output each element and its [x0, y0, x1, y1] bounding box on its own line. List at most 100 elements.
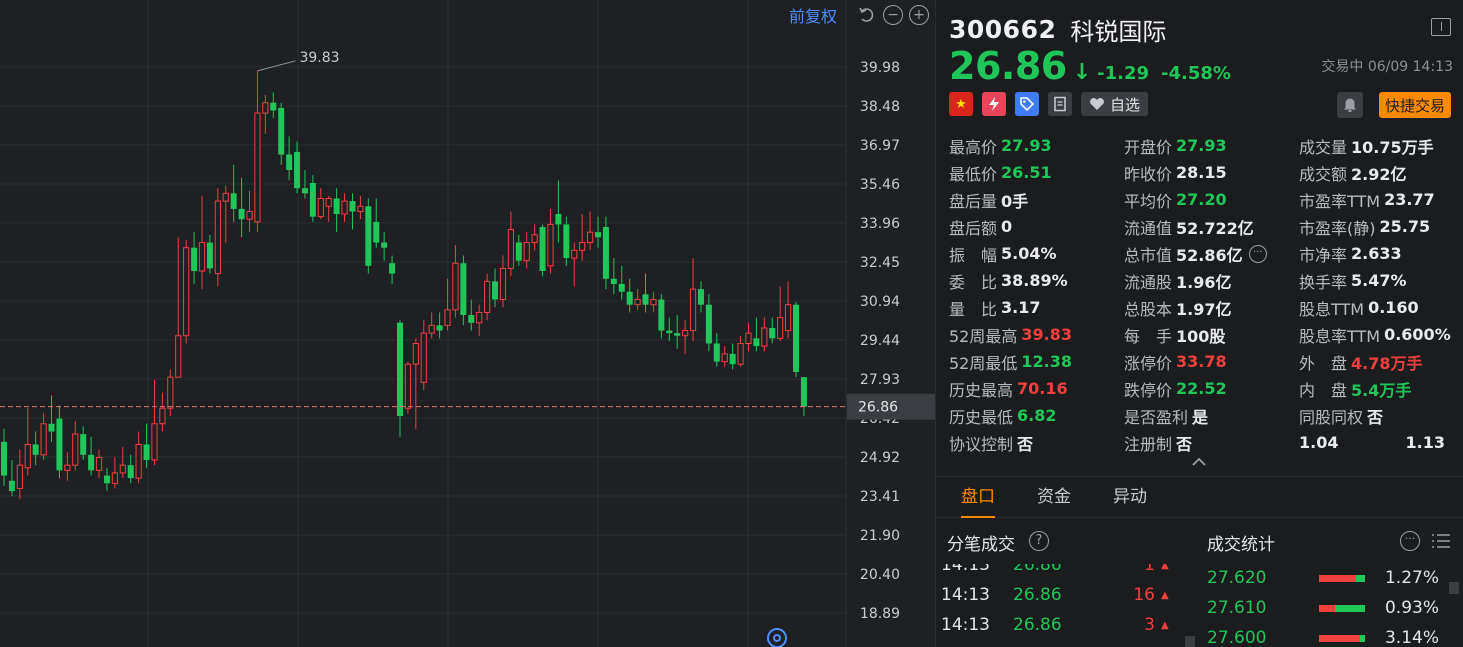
tick-price: 26.86 — [1013, 555, 1062, 575]
stat-cell: 市净率 2.633 — [1299, 242, 1459, 266]
china-flag-icon[interactable]: ★ — [949, 92, 973, 116]
stat-label: 52周最高 — [949, 326, 1018, 346]
candle-body — [428, 324, 435, 334]
stat-value: 23.77 — [1384, 190, 1435, 209]
candle-body — [484, 280, 491, 313]
candle-body — [317, 198, 324, 218]
candle-body — [444, 309, 451, 326]
stats-row: 振 幅 5.04% 总市值 52.86亿 ··· 市净率 2.633 — [949, 240, 1459, 267]
ticks-scrollbar[interactable] — [1185, 636, 1195, 647]
candle-body — [784, 304, 792, 332]
quick-trade-button[interactable]: 快捷交易 — [1378, 92, 1451, 118]
dist-scrollbar[interactable] — [1449, 582, 1459, 594]
price-change-pct: -4.58% — [1161, 63, 1231, 84]
add-watchlist-button[interactable]: 自选 — [1081, 92, 1149, 116]
stat-label: 昨收价 — [1124, 164, 1173, 184]
help-icon[interactable]: ? — [1029, 531, 1049, 551]
candle-body — [80, 434, 87, 455]
tick-row: 14:13 26.86 3 ▲ — [941, 610, 1171, 640]
stat-cell: 股息率TTM 0.600% — [1299, 323, 1459, 347]
zoom-out-icon[interactable]: − — [883, 5, 903, 25]
document-icon[interactable] — [1048, 92, 1072, 116]
stat-value: 52.86亿 — [1176, 245, 1243, 265]
candle-body — [48, 423, 55, 432]
stat-label: 外 盘 — [1299, 353, 1348, 373]
stat-value: 1.96亿 — [1176, 272, 1232, 292]
candle-body — [198, 242, 206, 272]
y-tick-label: 21.90 — [860, 528, 900, 544]
candle-body — [175, 335, 182, 378]
stat-value: 26.51 — [1001, 163, 1052, 182]
tab-2[interactable]: 异动 — [1113, 476, 1147, 518]
adjust-mode-button[interactable]: 前复权 — [789, 3, 837, 27]
candle-body — [420, 332, 427, 383]
y-tick-label: 24.92 — [860, 450, 900, 466]
candle-body — [151, 423, 158, 461]
stat-cell: 注册制否 — [1124, 431, 1299, 455]
stat-label: 协议控制 — [949, 434, 1014, 454]
stat-value: 3.17 — [1001, 298, 1041, 317]
tab-1[interactable]: 资金 — [1037, 476, 1071, 518]
stat-cell: 是否盈利是 — [1124, 404, 1299, 428]
y-tick-label: 18.89 — [860, 606, 900, 622]
undo-icon[interactable] — [857, 5, 877, 25]
last-price-tag-label: 26.86 — [858, 400, 898, 416]
kline-chart[interactable]: 39.98 38.48 36.97 35.46 33.96 32.45 30.94 29.44… — [0, 0, 936, 647]
stat-value: 12.38 — [1021, 352, 1072, 371]
stat-label: 流通值 — [1124, 218, 1173, 238]
tab-0[interactable]: 盘口 — [961, 476, 995, 518]
stat-label: 市盈率(静) — [1299, 218, 1376, 238]
candle-body — [40, 423, 47, 456]
candle-body — [381, 242, 388, 248]
stats-row: 盘后量 0手 平均价 27.20 市盈率TTM 23.77 — [949, 186, 1459, 213]
candle — [460, 255, 467, 326]
flash-icon[interactable] — [982, 92, 1006, 116]
stat-label: 总市值 — [1124, 245, 1173, 265]
candle-body — [103, 475, 110, 484]
candle-body — [349, 201, 356, 212]
stat-value: 是 — [1192, 407, 1209, 427]
stat-value: 5.4万手 — [1351, 380, 1412, 400]
more-info-icon[interactable]: ··· — [1248, 244, 1267, 263]
kline-chart-area[interactable]: 39.98 38.48 36.97 35.46 33.96 32.45 30.94 29.44… — [0, 0, 936, 647]
candle-body — [206, 242, 213, 269]
candle-body — [373, 221, 380, 243]
zoom-in-icon[interactable]: + — [909, 5, 929, 25]
candle-body — [586, 231, 594, 244]
candle-body — [167, 376, 174, 409]
panel-layout-icon[interactable] — [1431, 18, 1451, 36]
y-tick-label: 39.98 — [860, 60, 900, 76]
candle-body — [309, 182, 316, 217]
search-target-icon[interactable] — [767, 628, 787, 647]
down-arrow-icon: ↓ — [1072, 60, 1092, 85]
candle-body — [301, 188, 308, 194]
candle-body — [460, 263, 467, 316]
stat-label: 量 比 — [949, 299, 998, 319]
stat-label: 盘后量 — [949, 191, 998, 211]
high-marker-label: 39.83 — [299, 50, 339, 66]
candle-body — [571, 249, 578, 259]
stat-cell: 1.04 1.13 — [1299, 433, 1459, 452]
stat-value: 27.20 — [1176, 190, 1227, 209]
candle — [404, 361, 412, 414]
stat-label: 委 比 — [949, 272, 998, 292]
candle-body — [286, 154, 293, 171]
stat-label: 同股同权 — [1299, 407, 1364, 427]
stat-cell: 总市值 52.86亿 ··· — [1124, 242, 1299, 266]
stat-value: 25.75 — [1379, 217, 1431, 236]
more-icon[interactable]: ··· — [1400, 531, 1420, 551]
tag-icon[interactable] — [1015, 92, 1039, 116]
stat-value: 10.75万手 — [1351, 137, 1434, 157]
candle-body — [777, 317, 784, 339]
collapse-chevron-icon[interactable] — [1191, 452, 1207, 471]
stats-row: 盘后额 0 流通值 52.722亿 市盈率(静) 25.75 — [949, 213, 1459, 240]
candle-body — [634, 298, 641, 306]
stats-row: 委 比 38.89% 流通股 1.96亿 换手率 5.47% — [949, 267, 1459, 294]
stat-cell: 振 幅 5.04% — [949, 242, 1124, 266]
stat-label: 52周最低 — [949, 353, 1018, 373]
list-icon[interactable] — [1431, 532, 1451, 554]
candle-body — [238, 208, 245, 220]
bell-icon[interactable] — [1337, 92, 1363, 118]
candle-body — [602, 226, 609, 279]
stat-value: 27.93 — [1001, 136, 1052, 155]
